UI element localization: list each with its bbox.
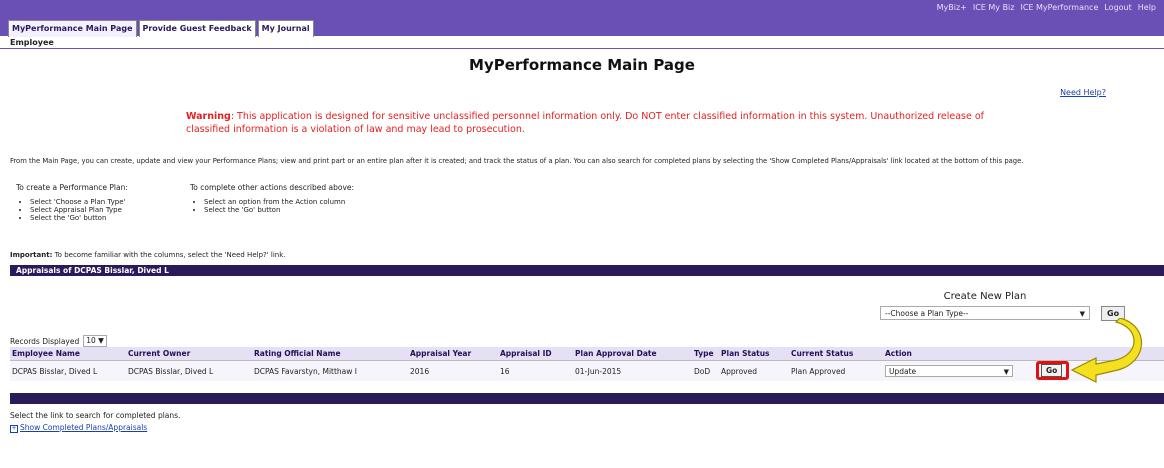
- help-link[interactable]: Help: [1138, 3, 1156, 12]
- subnav: Employee: [0, 36, 1164, 49]
- top-link-ice-myperformance[interactable]: ICE MyPerformance: [1020, 3, 1098, 12]
- records-select[interactable]: 10 ▼: [83, 335, 107, 347]
- other-step: Select the 'Go' button: [204, 206, 354, 214]
- col-plan-status[interactable]: Plan Status: [719, 347, 789, 361]
- logout-link[interactable]: Logout: [1104, 3, 1131, 12]
- page-title: MyPerformance Main Page: [469, 56, 695, 74]
- cell-appraisal-id: 16: [498, 360, 573, 381]
- records-displayed: Records Displayed 10 ▼: [10, 335, 107, 347]
- tab-myperformance-main[interactable]: MyPerformance Main Page: [8, 20, 137, 37]
- show-completed-link[interactable]: + Show Completed Plans/Appraisals: [10, 423, 147, 433]
- tab-my-journal[interactable]: My Journal: [257, 20, 314, 37]
- cell-current-owner: DCPAS Bisslar, Dived L: [126, 360, 252, 381]
- action-value: Update: [889, 367, 917, 376]
- show-completed-label: Show Completed Plans/Appraisals: [20, 423, 148, 432]
- important-label: Important:: [10, 251, 53, 259]
- records-value: 10: [86, 336, 96, 345]
- col-appraisal-year[interactable]: Appraisal Year: [408, 347, 498, 361]
- cell-approval-date: 01-Jun-2015: [573, 360, 692, 381]
- page-description: From the Main Page, you can create, upda…: [10, 157, 1024, 165]
- tab-bar: MyPerformance Main Page Provide Guest Fe…: [8, 20, 314, 37]
- warning-label: Warning: [186, 111, 231, 122]
- chevron-down-icon: ▼: [98, 336, 104, 345]
- plan-type-value: --Choose a Plan Type--: [885, 309, 969, 318]
- cell-plan-status: Approved: [719, 360, 789, 381]
- table-header-row: Employee Name Current Owner Rating Offic…: [10, 347, 1164, 361]
- other-actions-instructions: To complete other actions described abov…: [190, 183, 354, 214]
- top-banner: MyBiz+ ICE My Biz ICE MyPerformance Logo…: [0, 0, 1164, 37]
- important-note: Important: To become familiar with the c…: [10, 251, 286, 259]
- tab-guest-feedback[interactable]: Provide Guest Feedback: [138, 20, 256, 37]
- search-completed-text: Select the link to search for completed …: [10, 411, 181, 420]
- section-header: Appraisals of DCPAS Bisslar, Dived L: [10, 265, 1164, 276]
- top-links: MyBiz+ ICE My Biz ICE MyPerformance Logo…: [937, 3, 1156, 12]
- cell-current-status: Plan Approved: [789, 360, 883, 381]
- col-employee-name[interactable]: Employee Name: [10, 347, 126, 361]
- section-footer-bar: [10, 393, 1164, 404]
- subnav-employee[interactable]: Employee: [10, 38, 54, 47]
- chevron-down-icon: ▼: [1003, 368, 1009, 376]
- other-actions-heading: To complete other actions described abov…: [190, 183, 355, 192]
- warning-message: Warning: This application is designed fo…: [186, 110, 986, 136]
- appraisals-table: Employee Name Current Owner Rating Offic…: [10, 347, 1164, 381]
- records-label: Records Displayed: [10, 336, 80, 346]
- col-rating-official[interactable]: Rating Official Name: [252, 347, 408, 361]
- important-text: To become familiar with the columns, sel…: [52, 251, 286, 259]
- table-row: DCPAS Bisslar, Dived L DCPAS Bisslar, Di…: [10, 360, 1164, 381]
- action-go-button[interactable]: Go: [1041, 364, 1063, 377]
- cell-employee-name: DCPAS Bisslar, Dived L: [10, 360, 126, 381]
- action-select[interactable]: Update ▼: [885, 365, 1013, 377]
- need-help-link[interactable]: Need Help?: [1060, 88, 1106, 97]
- cell-type: DoD: [692, 360, 719, 381]
- create-step: Select the 'Go' button: [30, 214, 128, 222]
- create-step: Select Appraisal Plan Type: [30, 206, 128, 214]
- expand-plus-icon: +: [10, 425, 18, 433]
- other-step: Select an option from the Action column: [204, 198, 354, 206]
- col-current-status[interactable]: Current Status: [789, 347, 883, 361]
- top-link-mybiz-plus[interactable]: MyBiz+: [937, 3, 967, 12]
- cell-appraisal-year: 2016: [408, 360, 498, 381]
- col-current-owner[interactable]: Current Owner: [126, 347, 252, 361]
- warning-text: : This application is designed for sensi…: [186, 111, 985, 135]
- create-plan-instructions: To create a Performance Plan: Select 'Ch…: [16, 183, 128, 222]
- section-title: Appraisals of DCPAS Bisslar, Dived L: [16, 266, 169, 275]
- col-appraisal-id[interactable]: Appraisal ID: [498, 347, 573, 361]
- create-new-plan-label: Create New Plan: [943, 291, 1027, 302]
- create-plan-heading: To create a Performance Plan:: [16, 183, 128, 192]
- col-plan-approval-date[interactable]: Plan Approval Date: [573, 347, 692, 361]
- create-step: Select 'Choose a Plan Type': [30, 198, 128, 206]
- cell-rating-official: DCPAS Favarstyn, Mitthaw I: [252, 360, 408, 381]
- col-type[interactable]: Type: [692, 347, 719, 361]
- top-link-ice-mybiz[interactable]: ICE My Biz: [973, 3, 1015, 12]
